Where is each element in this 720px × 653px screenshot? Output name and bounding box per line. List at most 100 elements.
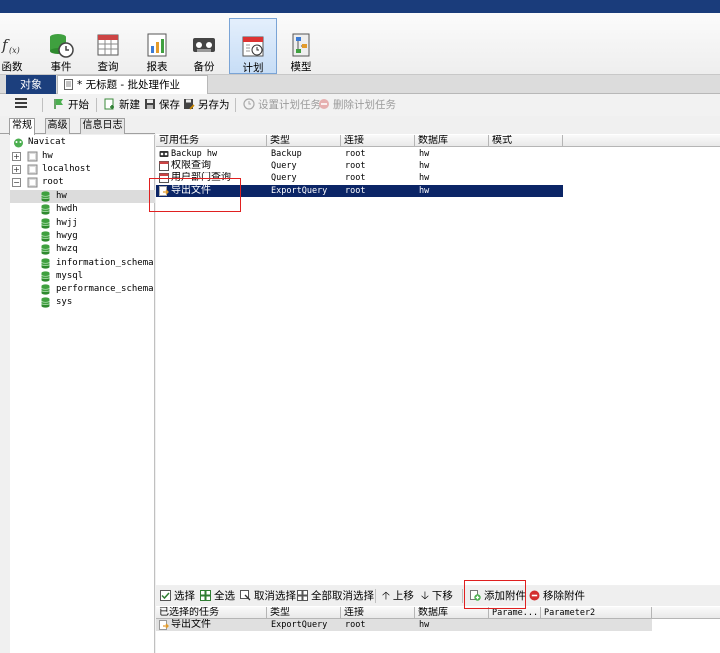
database-icon <box>41 244 50 255</box>
ribbon-function-label: 函数 <box>1 61 23 73</box>
tree-node-label: mysql <box>56 270 84 281</box>
column-header-database[interactable]: 数据库 <box>415 607 489 619</box>
toolbar-separator <box>42 98 43 112</box>
tree-node-database-information-schema[interactable]: information_schema <box>10 257 155 270</box>
tree-node-database-hwyg[interactable]: hwyg <box>10 230 155 243</box>
column-header-type[interactable]: 类型 <box>267 135 341 147</box>
column-header-database[interactable]: 数据库 <box>415 135 489 147</box>
cell-task: 导出文件 <box>171 619 211 630</box>
column-header-schema[interactable]: 模式 <box>489 135 563 147</box>
connection-icon <box>27 151 38 162</box>
table-row[interactable]: 权限查询 Query root hw <box>156 160 563 172</box>
column-header-connection[interactable]: 连接 <box>341 607 415 619</box>
column-header-available-task[interactable]: 可用任务 <box>156 135 267 147</box>
tree-node-connection-hw[interactable]: + hw <box>10 150 155 163</box>
delete-schedule-button[interactable]: 删除计划任务 <box>318 97 396 113</box>
selection-toolbar: 选择 全选 取消选择 全部取消选择 🡡 上移 🡣 下移 添加附件 移除附件 <box>156 586 720 606</box>
column-header-filler <box>652 607 720 619</box>
collapse-icon[interactable]: − <box>12 178 21 187</box>
tree-node-database-sys[interactable]: sys <box>10 296 155 309</box>
report-icon <box>147 33 167 57</box>
tree-node-label: root <box>42 177 64 187</box>
ribbon-query-button[interactable]: 查询 <box>91 18 125 74</box>
new-button[interactable]: 新建 <box>104 97 140 113</box>
tab-advanced[interactable]: 高级 <box>45 118 70 134</box>
tree-node-connection-root[interactable]: − root <box>10 176 155 189</box>
tree-node-database-hw[interactable]: hw <box>10 190 155 203</box>
deselect-button[interactable]: 取消选择 <box>240 589 296 603</box>
new-icon <box>104 98 114 110</box>
database-icon <box>41 231 50 242</box>
cell-task: 导出文件 <box>171 185 211 196</box>
tab-general[interactable]: 常规 <box>9 118 35 135</box>
remove-attachment-icon <box>529 590 540 601</box>
tab-batch-job[interactable]: * 无标题 - 批处理作业 <box>57 75 208 95</box>
table-row[interactable]: 用户部门查询 Query root hw <box>156 172 563 184</box>
clock-icon <box>243 98 255 110</box>
ribbon-function-button[interactable]: f (x) 函数 <box>0 18 24 74</box>
tree-node-navicat[interactable]: Navicat <box>10 136 155 149</box>
set-schedule-label: 设置计划任务 <box>258 99 321 111</box>
database-icon <box>41 297 50 308</box>
hamburger-menu-button[interactable] <box>14 97 28 113</box>
tree-node-database-mysql[interactable]: mysql <box>10 270 155 283</box>
backup-task-icon <box>159 151 169 157</box>
cell-type: Backup <box>271 149 302 159</box>
navicat-icon <box>14 138 23 148</box>
table-row-selected[interactable]: 导出文件 ExportQuery root hw <box>156 185 563 197</box>
tab-objects[interactable]: 对象 <box>6 75 56 94</box>
tree-node-database-hwjj[interactable]: hwjj <box>10 217 155 230</box>
export-task-icon <box>159 186 169 196</box>
tree-node-database-performance-schema[interactable]: performance_schema <box>10 283 155 296</box>
select-button[interactable]: 选择 <box>160 589 195 603</box>
expand-icon[interactable]: + <box>12 152 21 161</box>
cell-connection: root <box>345 149 366 159</box>
set-schedule-button[interactable]: 设置计划任务 <box>243 97 321 113</box>
cell-database: hw <box>419 186 430 196</box>
ribbon-backup-button[interactable]: 备份 <box>187 18 221 74</box>
ribbon-report-button[interactable]: 报表 <box>140 18 174 74</box>
tree-node-connection-localhost[interactable]: + localhost <box>10 163 155 176</box>
tree-node-database-hwzq[interactable]: hwzq <box>10 243 155 256</box>
deselect-all-button[interactable]: 全部取消选择 <box>297 589 374 603</box>
save-as-button[interactable]: 另存为 <box>183 97 230 113</box>
column-header-connection[interactable]: 连接 <box>341 135 415 147</box>
query-task-icon <box>159 173 169 183</box>
ribbon-event-button[interactable]: 事件 <box>44 18 78 74</box>
table-row[interactable]: Backup hw Backup root hw <box>156 148 563 160</box>
cell-task: 用户部门查询 <box>171 172 231 183</box>
tab-message-log[interactable]: 信息日志 <box>80 118 125 134</box>
select-label: 选择 <box>174 590 195 602</box>
table-row[interactable]: 导出文件 ExportQuery root hw <box>156 619 652 631</box>
svg-text:(x): (x) <box>9 46 20 55</box>
select-all-button[interactable]: 全选 <box>200 589 235 603</box>
ribbon-schedule-button[interactable]: 计划 <box>229 18 277 74</box>
options-tabbar: 常规 高级 信息日志 <box>0 116 155 135</box>
ribbon-schedule-label: 计划 <box>242 62 264 74</box>
schedule-icon <box>242 36 264 57</box>
add-attachment-button[interactable]: 添加附件 <box>470 589 526 603</box>
tree-node-label: hwjj <box>56 217 78 228</box>
column-header-parameter2[interactable]: Parameter2 <box>541 607 652 619</box>
cell-database: hw <box>419 161 430 171</box>
add-attachment-label: 添加附件 <box>484 590 526 602</box>
column-header-selected-task[interactable]: 已选择的任务 <box>156 607 267 619</box>
deselect-label: 取消选择 <box>254 590 296 602</box>
move-down-button[interactable]: 🡣 下移 <box>421 589 453 603</box>
save-button[interactable]: 保存 <box>144 97 180 113</box>
cell-database: hw <box>419 173 430 183</box>
start-button[interactable]: 开始 <box>53 97 89 113</box>
expand-icon[interactable]: + <box>12 165 21 174</box>
tab-batch-job-label: * 无标题 - 批处理作业 <box>77 79 181 91</box>
column-header-type[interactable]: 类型 <box>267 607 341 619</box>
cell-connection: root <box>345 161 366 171</box>
tree-node-database-hwdh[interactable]: hwdh <box>10 203 155 216</box>
save-as-icon <box>184 99 195 110</box>
cell-task: Backup hw <box>171 149 218 159</box>
move-up-button[interactable]: 🡡 上移 <box>382 589 414 603</box>
column-header-parameter1[interactable]: Parame... <box>489 607 541 619</box>
deselect-all-label: 全部取消选择 <box>311 590 374 602</box>
ribbon-model-button[interactable]: 模型 <box>284 18 318 74</box>
tree-node-label: sys <box>56 297 73 308</box>
remove-attachment-button[interactable]: 移除附件 <box>529 589 585 603</box>
